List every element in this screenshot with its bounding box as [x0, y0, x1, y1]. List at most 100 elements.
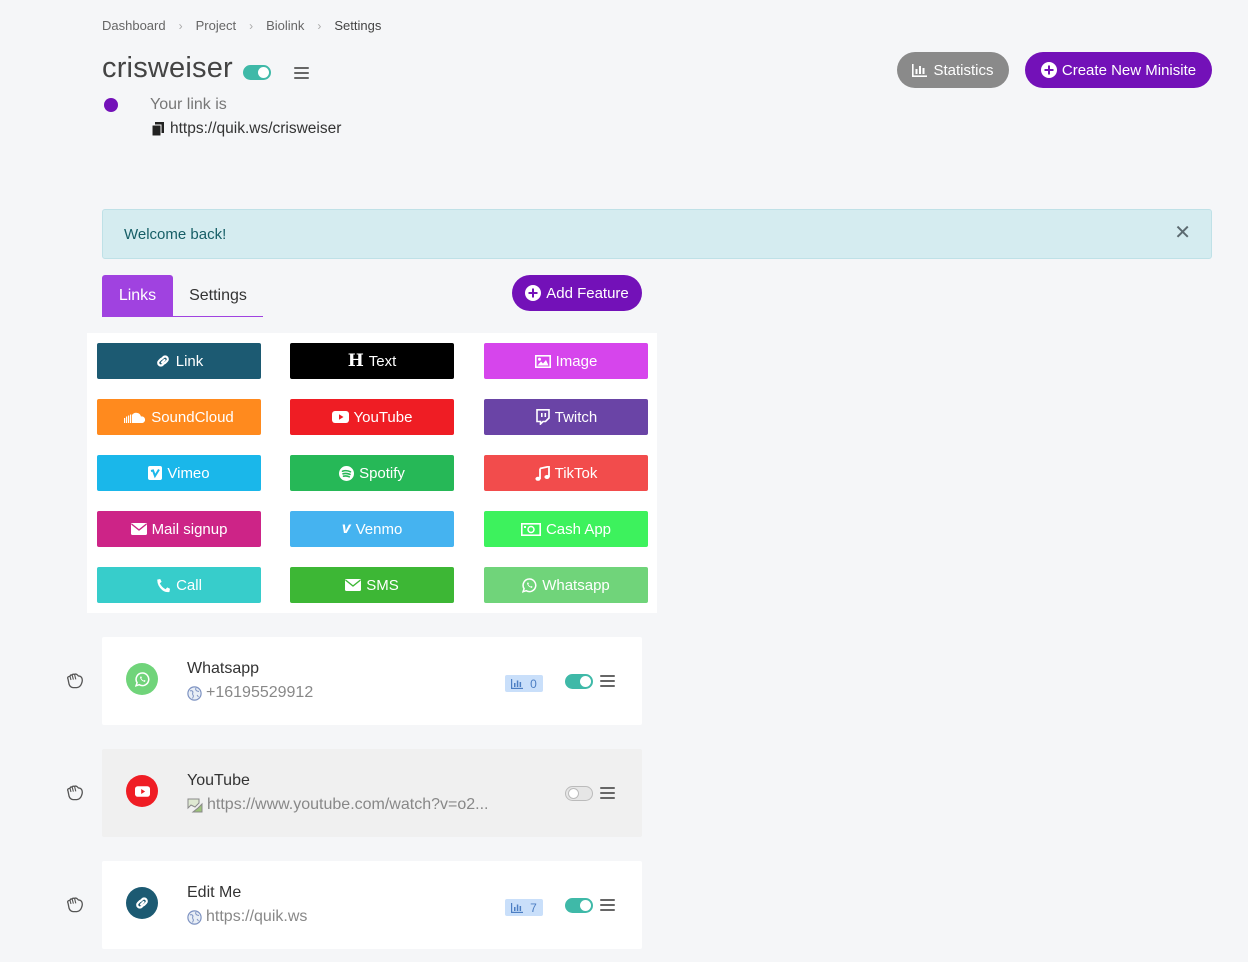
- menu-icon[interactable]: [600, 787, 615, 799]
- tab-links[interactable]: Links: [102, 275, 173, 317]
- feature-vimeo-button[interactable]: Vimeo: [97, 455, 261, 491]
- breadcrumb-project[interactable]: Project: [196, 18, 236, 33]
- item-icon-circle: [126, 775, 158, 807]
- status-dot: [104, 98, 118, 112]
- page-title: crisweiser: [102, 52, 233, 84]
- youtube-icon: [331, 411, 349, 423]
- close-icon[interactable]: ✕: [1174, 223, 1191, 243]
- clicks-badge[interactable]: 0: [505, 675, 543, 692]
- feature-label: Vimeo: [167, 464, 210, 482]
- image-icon: [534, 354, 551, 368]
- phone-icon: [157, 578, 171, 592]
- feature-mail-signup-button[interactable]: Mail signup: [97, 511, 261, 547]
- item-toggle[interactable]: [565, 898, 593, 913]
- feature-spotify-button[interactable]: Spotify: [290, 455, 454, 491]
- create-minisite-label: Create New Minisite: [1061, 61, 1197, 79]
- feature-label: Image: [555, 352, 598, 370]
- globe-icon: [187, 685, 202, 701]
- link-url-text[interactable]: https://quik.ws/crisweiser: [170, 120, 341, 138]
- item-icon-circle: [126, 887, 158, 919]
- plus-circle-icon: [1040, 62, 1057, 78]
- copy-icon[interactable]: [152, 122, 164, 136]
- feature-sms-button[interactable]: SMS: [290, 567, 454, 603]
- item-url-text: https://quik.ws: [206, 908, 308, 925]
- plus-circle-icon: [525, 285, 542, 301]
- feature-soundcloud-button[interactable]: SoundCloud: [97, 399, 261, 435]
- spotify-icon: [339, 465, 355, 481]
- chart-bar-icon: [912, 63, 928, 77]
- toggle-knob: [568, 788, 579, 799]
- minisite-toggle[interactable]: [243, 65, 271, 80]
- menu-icon[interactable]: [600, 675, 615, 687]
- breadcrumb-dashboard[interactable]: Dashboard: [102, 18, 166, 33]
- broken-image-icon: [187, 798, 203, 812]
- breadcrumb: Dashboard › Project › Biolink › Settings: [102, 18, 381, 33]
- menu-icon[interactable]: [600, 899, 615, 911]
- tab-settings[interactable]: Settings: [173, 275, 263, 317]
- item-url: https://www.youtube.com/watch?v=o2...: [187, 796, 488, 814]
- clicks-badge[interactable]: 7: [505, 899, 543, 916]
- toggle-knob: [580, 676, 591, 687]
- breadcrumb-settings: Settings: [334, 18, 382, 33]
- link-icon: [156, 355, 169, 367]
- item-url: https://quik.ws: [187, 908, 307, 926]
- item-toggle[interactable]: [565, 674, 593, 689]
- statistics-button[interactable]: Statistics: [897, 52, 1009, 88]
- menu-icon[interactable]: [294, 67, 309, 79]
- feature-label: SMS: [366, 576, 399, 594]
- money-bill-icon: [520, 522, 541, 536]
- feature-whatsapp-button[interactable]: Whatsapp: [484, 567, 648, 603]
- feature-tiktok-button[interactable]: TikTok: [484, 455, 648, 491]
- item-url-text: +16195529912: [206, 684, 314, 701]
- link-url[interactable]: https://quik.ws/crisweiser: [152, 120, 341, 138]
- feature-label: TikTok: [554, 464, 598, 482]
- item-icon-circle: [126, 663, 158, 695]
- feature-link-button[interactable]: Link: [97, 343, 261, 379]
- feature-twitch-button[interactable]: Twitch: [484, 399, 648, 435]
- feature-label: SoundCloud: [151, 408, 234, 426]
- feature-image-button[interactable]: Image: [484, 343, 648, 379]
- feature-label: Call: [176, 576, 202, 594]
- music-note-icon: [535, 465, 550, 481]
- list-item[interactable]: Edit Me https://quik.ws 7: [102, 861, 642, 949]
- heading-icon: H: [347, 351, 364, 371]
- whatsapp-icon: [134, 671, 149, 687]
- envelope-icon: [345, 579, 362, 591]
- feature-grid: Link H Text Image SoundCloud YouTube Twi…: [87, 333, 657, 613]
- link-label: Your link is: [150, 96, 227, 113]
- chevron-right-icon: ›: [317, 18, 322, 33]
- feature-label: Text: [368, 352, 397, 370]
- drag-handle-icon[interactable]: [66, 785, 84, 801]
- feature-cash-app-button[interactable]: Cash App: [484, 511, 648, 547]
- welcome-alert: Welcome back! ✕: [102, 209, 1212, 259]
- chevron-right-icon: ›: [249, 18, 254, 33]
- feature-label: Venmo: [355, 520, 403, 538]
- create-minisite-button[interactable]: Create New Minisite: [1025, 52, 1212, 88]
- drag-handle-icon[interactable]: [66, 673, 84, 689]
- feature-label: Link: [175, 352, 204, 370]
- drag-handle-icon[interactable]: [66, 897, 84, 913]
- feature-venmo-button[interactable]: v Venmo: [290, 511, 454, 547]
- list-item[interactable]: Whatsapp +16195529912 0: [102, 637, 642, 725]
- soundcloud-icon: [124, 412, 146, 423]
- item-toggle[interactable]: [565, 786, 593, 801]
- item-url: +16195529912: [187, 684, 313, 702]
- chevron-right-icon: ›: [178, 18, 183, 33]
- list-item[interactable]: YouTube https://www.youtube.com/watch?v=…: [102, 749, 642, 837]
- envelope-icon: [130, 523, 147, 535]
- toggle-knob: [580, 900, 591, 911]
- feature-call-button[interactable]: Call: [97, 567, 261, 603]
- add-feature-button[interactable]: Add Feature: [512, 275, 642, 311]
- item-url-text: https://www.youtube.com/watch?v=o2...: [207, 796, 489, 813]
- clicks-count: 7: [530, 900, 537, 915]
- feature-label: Cash App: [545, 520, 612, 538]
- feature-youtube-button[interactable]: YouTube: [290, 399, 454, 435]
- chart-bar-icon: [511, 902, 524, 913]
- feature-label: Spotify: [359, 464, 405, 482]
- clicks-count: 0: [530, 676, 537, 691]
- globe-icon: [187, 909, 202, 925]
- item-name: YouTube: [187, 772, 250, 789]
- feature-label: Whatsapp: [542, 576, 610, 594]
- feature-text-button[interactable]: H Text: [290, 343, 454, 379]
- breadcrumb-biolink[interactable]: Biolink: [266, 18, 304, 33]
